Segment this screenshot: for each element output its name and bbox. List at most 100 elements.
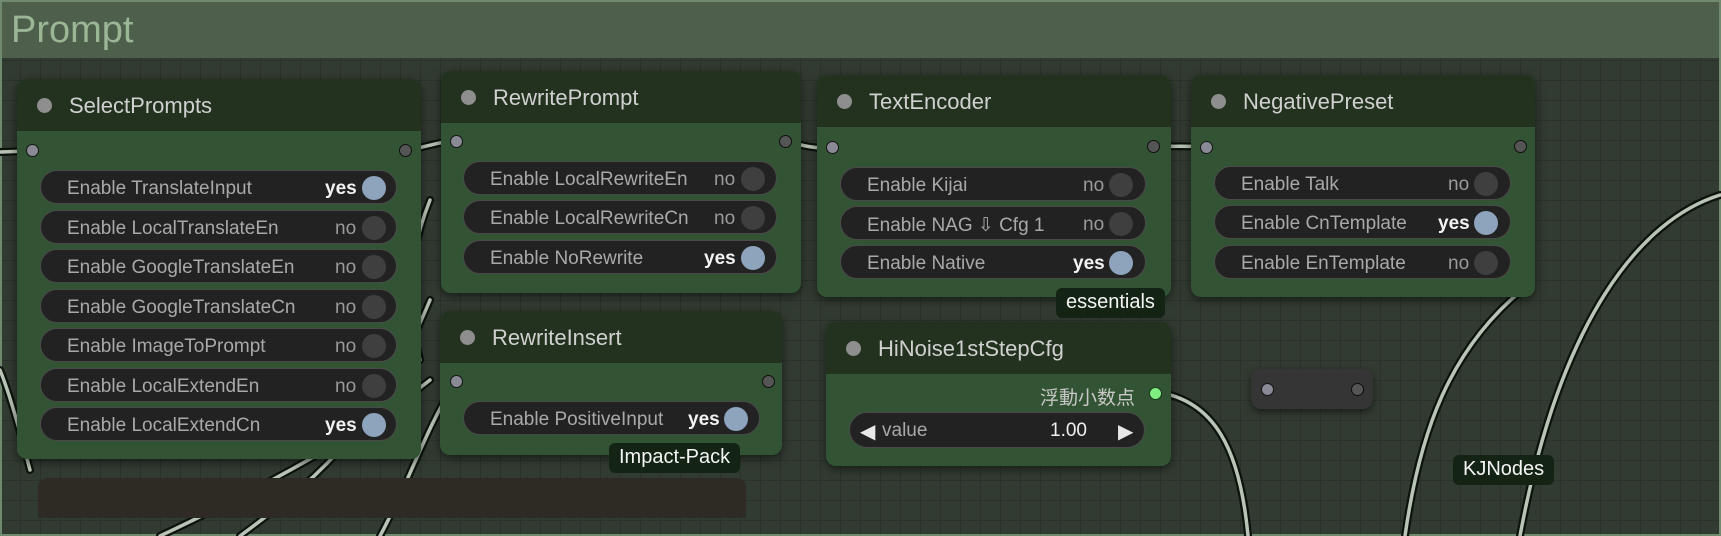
toggle-knob <box>1109 212 1133 236</box>
toggle-knob <box>362 334 386 358</box>
toggle-label: Enable ImageToPrompt <box>67 336 266 357</box>
toggle-kijai[interactable]: Enable Kijai no <box>840 167 1146 201</box>
toggle-value: no <box>1083 214 1105 235</box>
widget-value[interactable]: 1.00 <box>1050 420 1087 442</box>
float-output-slot[interactable] <box>1149 387 1162 400</box>
toggle-value: no <box>335 336 357 357</box>
toggle-local-extend-en[interactable]: Enable LocalExtendEn no <box>40 368 397 402</box>
toggle-local-translate-en[interactable]: Enable LocalTranslateEn no <box>40 210 397 244</box>
badge-impact-pack: Impact-Pack <box>609 443 741 473</box>
toggle-value: yes <box>1438 213 1470 234</box>
value-number-widget[interactable]: ◀ value 1.00 ▶ <box>849 412 1145 448</box>
toggle-cn-template[interactable]: Enable CnTemplate yes <box>1214 205 1511 239</box>
toggle-value: no <box>1448 174 1470 195</box>
reroute-node[interactable] <box>1251 369 1373 409</box>
toggle-google-translate-cn[interactable]: Enable GoogleTranslateCn no <box>40 289 397 323</box>
toggle-knob <box>1474 251 1498 275</box>
node-header[interactable]: HiNoise1stStepCfg <box>826 322 1171 374</box>
node-title: RewriteInsert <box>492 325 622 350</box>
toggle-value: yes <box>688 409 720 430</box>
node-title: SelectPrompts <box>69 93 213 118</box>
node-header[interactable]: TextEncoder <box>817 75 1171 127</box>
toggle-positive-input[interactable]: Enable PositiveInput yes <box>463 401 760 435</box>
decrement-arrow-icon[interactable]: ◀ <box>860 419 875 444</box>
toggle-value: no <box>335 297 357 318</box>
input-slot[interactable] <box>450 375 463 388</box>
toggle-label: Enable Native <box>867 253 986 274</box>
toggle-knob <box>362 216 386 240</box>
increment-arrow-icon[interactable]: ▶ <box>1118 419 1133 444</box>
toggle-no-rewrite[interactable]: Enable NoRewrite yes <box>463 240 777 274</box>
toggle-knob <box>362 255 386 279</box>
input-slot[interactable] <box>26 144 39 157</box>
toggle-native[interactable]: Enable Native yes <box>840 245 1146 279</box>
toggle-image-to-prompt[interactable]: Enable ImageToPrompt no <box>40 328 397 362</box>
toggle-value: no <box>1083 175 1105 196</box>
toggle-knob <box>741 167 765 191</box>
node-rewrite-insert[interactable]: RewriteInsert Enable PositiveInput yes <box>440 311 782 455</box>
toggle-label: Enable TranslateInput <box>67 178 252 199</box>
node-rewrite-prompt[interactable]: RewritePrompt Enable LocalRewriteEn no E… <box>441 71 801 293</box>
output-slot[interactable] <box>762 375 775 388</box>
toggle-knob <box>1109 173 1133 197</box>
collapse-dot-icon[interactable] <box>1211 94 1226 109</box>
output-slot[interactable] <box>399 144 412 157</box>
node-text-encoder[interactable]: TextEncoder Enable Kijai no Enable NAG ⇩… <box>817 75 1171 297</box>
node-header[interactable]: NegativePreset <box>1191 75 1535 127</box>
toggle-label: Enable LocalTranslateEn <box>67 218 279 239</box>
input-slot[interactable] <box>826 141 839 154</box>
toggle-value: no <box>1448 253 1470 274</box>
node-header[interactable]: SelectPrompts <box>17 79 421 131</box>
toggle-knob <box>741 206 765 230</box>
toggle-nag-cfg[interactable]: Enable NAG ⇩ Cfg 1 no <box>840 206 1146 240</box>
input-slot[interactable] <box>1200 141 1213 154</box>
toggle-en-template[interactable]: Enable EnTemplate no <box>1214 245 1511 279</box>
toggle-talk[interactable]: Enable Talk no <box>1214 166 1511 200</box>
collapse-dot-icon[interactable] <box>460 330 475 345</box>
output-slot[interactable] <box>1351 383 1364 396</box>
collapse-dot-icon[interactable] <box>837 94 852 109</box>
toggle-value: no <box>335 376 357 397</box>
toggle-knob <box>1109 251 1133 275</box>
toggle-knob <box>362 413 386 437</box>
node-title: NegativePreset <box>1243 89 1394 114</box>
toggle-value: yes <box>325 178 357 199</box>
collapse-dot-icon[interactable] <box>37 98 52 113</box>
node-negative-preset[interactable]: NegativePreset Enable Talk no Enable CnT… <box>1191 75 1535 297</box>
toggle-label: Enable NAG ⇩ Cfg 1 <box>867 215 1045 236</box>
toggle-local-rewrite-cn[interactable]: Enable LocalRewriteCn no <box>463 200 777 234</box>
collapse-dot-icon[interactable] <box>846 341 861 356</box>
toggle-label: Enable Talk <box>1241 174 1339 195</box>
toggle-local-extend-cn[interactable]: Enable LocalExtendCn yes <box>40 407 397 441</box>
toggle-local-rewrite-en[interactable]: Enable LocalRewriteEn no <box>463 161 777 195</box>
output-slot[interactable] <box>779 135 792 148</box>
toggle-value: no <box>714 208 736 229</box>
toggle-label: Enable EnTemplate <box>1241 253 1406 274</box>
toggle-google-translate-en[interactable]: Enable GoogleTranslateEn no <box>40 249 397 283</box>
output-slot[interactable] <box>1514 140 1527 153</box>
node-title: HiNoise1stStepCfg <box>878 336 1064 361</box>
node-header[interactable]: RewritePrompt <box>441 71 801 123</box>
node-title: TextEncoder <box>869 89 992 114</box>
toggle-label: Enable LocalRewriteEn <box>490 169 688 190</box>
collapse-dot-icon[interactable] <box>461 90 476 105</box>
toggle-knob <box>362 374 386 398</box>
toggle-translate-input[interactable]: Enable TranslateInput yes <box>40 170 397 204</box>
badge-kjnodes: KJNodes <box>1453 455 1555 485</box>
node-select-prompts[interactable]: SelectPrompts Enable TranslateInput yes … <box>17 79 421 459</box>
toggle-label: Enable CnTemplate <box>1241 213 1407 234</box>
toggle-label: Enable LocalRewriteCn <box>490 208 689 229</box>
toggle-knob <box>741 246 765 270</box>
toggle-label: Enable LocalExtendCn <box>67 415 261 436</box>
toggle-value: no <box>714 169 736 190</box>
output-slot[interactable] <box>1147 140 1160 153</box>
input-slot[interactable] <box>450 135 463 148</box>
badge-essentials: essentials <box>1056 288 1165 318</box>
partial-node-bottom[interactable] <box>38 478 746 518</box>
node-header[interactable]: RewriteInsert <box>440 311 782 363</box>
toggle-knob <box>362 295 386 319</box>
toggle-knob <box>1474 211 1498 235</box>
toggle-knob <box>1474 172 1498 196</box>
input-slot[interactable] <box>1261 383 1274 396</box>
toggle-label: Enable PositiveInput <box>490 409 664 430</box>
